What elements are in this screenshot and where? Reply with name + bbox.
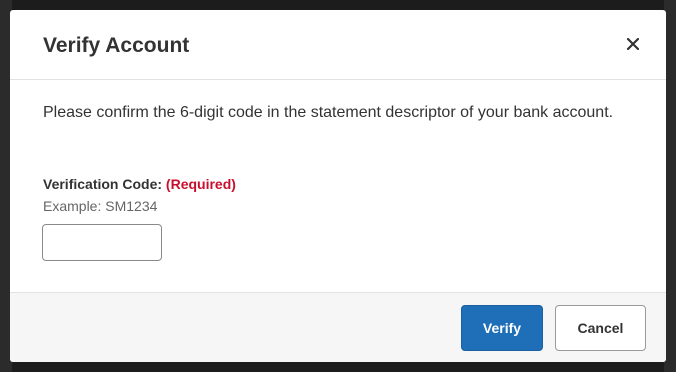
- dialog-header: Verify Account: [10, 10, 666, 80]
- required-indicator: (Required): [165, 176, 236, 192]
- field-hint: Example: SM1234: [43, 198, 158, 214]
- verify-account-dialog: Verify Account Please confirm the 6-digi…: [10, 10, 666, 362]
- close-icon: [626, 37, 640, 53]
- close-button[interactable]: [620, 32, 646, 58]
- verification-code-label: Verification Code: (Required): [43, 176, 236, 192]
- dialog-footer: Verify Cancel: [10, 292, 666, 362]
- cancel-button[interactable]: Cancel: [555, 305, 646, 351]
- field-label-text: Verification Code:: [43, 176, 163, 192]
- verification-code-input[interactable]: [42, 224, 162, 261]
- instruction-text: Please confirm the 6-digit code in the s…: [43, 104, 614, 121]
- verify-button[interactable]: Verify: [461, 305, 543, 351]
- dialog-title: Verify Account: [43, 34, 190, 57]
- dialog-body: Please confirm the 6-digit code in the s…: [10, 80, 666, 292]
